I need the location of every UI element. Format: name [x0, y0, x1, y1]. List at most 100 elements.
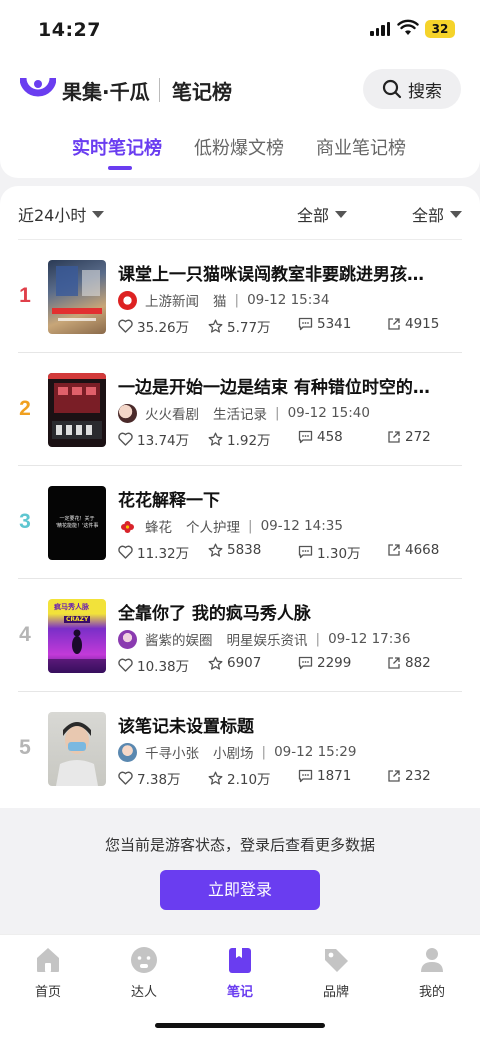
note-title: 一边是开始一边是结束 有种错位时空的… [118, 378, 430, 398]
cellular-signal-icon [370, 22, 390, 36]
comments-count: 458 [317, 429, 343, 445]
search-button-label: 搜索 [408, 81, 442, 102]
star-icon [208, 432, 223, 446]
author-name[interactable]: 千寻小张 [145, 742, 199, 762]
rank-number: 5 [19, 736, 31, 759]
note-row[interactable]: 4 疯马秀人脉 CRAZY 全靠你了 我的疯马秀人脉 酱紫的娱圈 明星娱乐资讯 … [0, 579, 480, 692]
chevron-down-icon [450, 210, 463, 218]
avatar [118, 629, 137, 649]
note-title: 课堂上一只猫咪误闯教室非要跳进男孩… [118, 265, 424, 285]
shares-stat: 882 [387, 655, 431, 671]
meta-separator: | [248, 518, 253, 534]
nav-label: 达人 [130, 985, 157, 1000]
home-icon [37, 948, 59, 972]
shares-stat: 272 [387, 429, 431, 445]
tab-commercial-notes[interactable]: 商业笔记榜 [316, 134, 406, 160]
filter-bar: 近24小时 全部 全部 [0, 186, 480, 240]
favorites-count: 6907 [227, 655, 262, 671]
status-bar: 14:27 32 [0, 0, 480, 60]
notes-icon [229, 948, 251, 973]
author-name[interactable]: 酱紫的娱圈 [145, 629, 213, 649]
guest-notice: 您当前是游客状态，登录后查看更多数据 [104, 836, 375, 854]
comments-stat: 5341 [298, 316, 351, 332]
likes-count: 11.32万 [137, 546, 190, 562]
favorites-stat: 5.77万 [208, 316, 271, 336]
likes-count: 35.26万 [137, 320, 190, 336]
avatar [118, 742, 137, 762]
nav-brands[interactable]: 品牌 [288, 941, 384, 1001]
profile-icon [421, 948, 443, 972]
note-category: 猫 [213, 294, 227, 310]
bottom-navigation: 首页 达人 笔记 品牌 我的 [0, 934, 480, 1038]
comments-count: 1.30万 [317, 546, 361, 562]
category-filter[interactable]: 全部 [297, 202, 348, 226]
thumbnail-caption: CRAZY [64, 616, 91, 623]
bee-flower-logo-icon [118, 516, 137, 536]
note-meta: 上游新闻 猫 | 09-12 15:34 [118, 290, 330, 310]
note-category: 生活记录 [213, 407, 267, 423]
title-divider [159, 78, 160, 102]
time-range-filter[interactable]: 近24小时 [18, 202, 105, 226]
ranking-list: 近24小时 全部 全部 1 课堂上一只猫咪误闯教室非要跳进男孩… 上游新闻 猫 … [0, 186, 480, 808]
note-row[interactable]: 2 一边是开始一边是结束 有种错位时空的… 火火看剧 生活记录 | 09-12 … [0, 353, 480, 466]
favorites-stat: 1.92万 [208, 429, 271, 449]
note-row[interactable]: 1 课堂上一只猫咪误闯教室非要跳进男孩… 上游新闻 猫 | 09-12 15:3… [0, 240, 480, 353]
rank-number: 1 [19, 284, 31, 307]
search-button[interactable]: 搜索 [363, 69, 461, 109]
meta-separator: | [261, 744, 267, 760]
comments-count: 2299 [317, 655, 352, 671]
author-name[interactable]: 上游新闻 [145, 290, 199, 310]
nav-home[interactable]: 首页 [0, 941, 96, 1001]
guest-login-banner: 您当前是游客状态，登录后查看更多数据 立即登录 [0, 808, 480, 934]
nav-influencers[interactable]: 达人 [96, 941, 192, 1001]
comments-stat: 1871 [298, 768, 351, 784]
tab-realtime-notes[interactable]: 实时笔记榜 [72, 134, 162, 160]
share-icon [388, 431, 400, 443]
publish-time: 09-12 17:36 [328, 631, 411, 647]
thumbnail-caption: 疯马秀人脉 [54, 603, 89, 611]
status-time: 14:27 [38, 19, 101, 41]
shares-count: 232 [405, 768, 431, 784]
nav-label: 品牌 [322, 985, 349, 1000]
publish-time: 09-12 15:29 [274, 744, 357, 760]
likes-stat: 35.26万 [118, 316, 189, 336]
wifi-icon [397, 19, 419, 35]
nav-profile[interactable]: 我的 [384, 941, 480, 1001]
author-name[interactable]: 火火看剧 [145, 403, 199, 423]
comments-count: 1871 [317, 768, 352, 784]
favorites-stat: 6907 [208, 655, 261, 671]
login-button[interactable]: 立即登录 [160, 870, 320, 910]
shares-count: 882 [405, 655, 431, 671]
nav-notes[interactable]: 笔记 [192, 941, 288, 1001]
likes-stat: 7.38万 [118, 768, 181, 788]
star-icon [208, 656, 223, 670]
heart-icon [118, 319, 133, 333]
note-title: 全靠你了 我的疯马秀人脉 [118, 604, 311, 624]
note-meta: 火火看剧 生活记录 | 09-12 15:40 [118, 403, 370, 423]
note-category: 个人护理 [186, 520, 240, 536]
favorites-count: 5838 [227, 542, 262, 558]
note-row[interactable]: 3 一定要花！关于 '精花能能！'这件事 花花解释一下 蜂花 个人护理 | 09… [0, 466, 480, 579]
brand-name: 果集·千瓜 [62, 80, 150, 104]
note-thumbnail: 一定要花！关于 '精花能能！'这件事 [48, 486, 106, 560]
board-tabs: 实时笔记榜 低粉爆文榜 商业笔记榜 [0, 134, 480, 174]
star-icon [208, 543, 223, 557]
rank-number: 2 [19, 397, 31, 420]
note-thumbnail [48, 373, 106, 447]
comment-icon [298, 769, 313, 783]
avatar [118, 403, 137, 423]
author-name[interactable]: 蜂花 [145, 516, 172, 536]
favorites-stat: 5838 [208, 542, 261, 558]
note-meta: 酱紫的娱圈 明星娱乐资讯 | 09-12 17:36 [118, 629, 411, 649]
tab-low-follower-viral[interactable]: 低粉爆文榜 [194, 134, 284, 160]
active-tab-indicator [108, 166, 132, 170]
note-row[interactable]: 5 该笔记未设置标题 千寻小张 小剧场 | 09-12 15:29 7.38万 … [0, 692, 480, 805]
comment-icon [298, 545, 313, 559]
shares-count: 272 [405, 429, 431, 445]
page-title: 笔记榜 [172, 80, 232, 104]
note-category: 小剧场 [213, 746, 254, 762]
type-filter[interactable]: 全部 [412, 202, 463, 226]
thumbnail-caption: 一定要花！关于 '精花能能！'这件事 [55, 516, 99, 529]
note-meta: 蜂花 个人护理 | 09-12 14:35 [118, 516, 343, 536]
type-filter-label: 全部 [412, 206, 445, 225]
